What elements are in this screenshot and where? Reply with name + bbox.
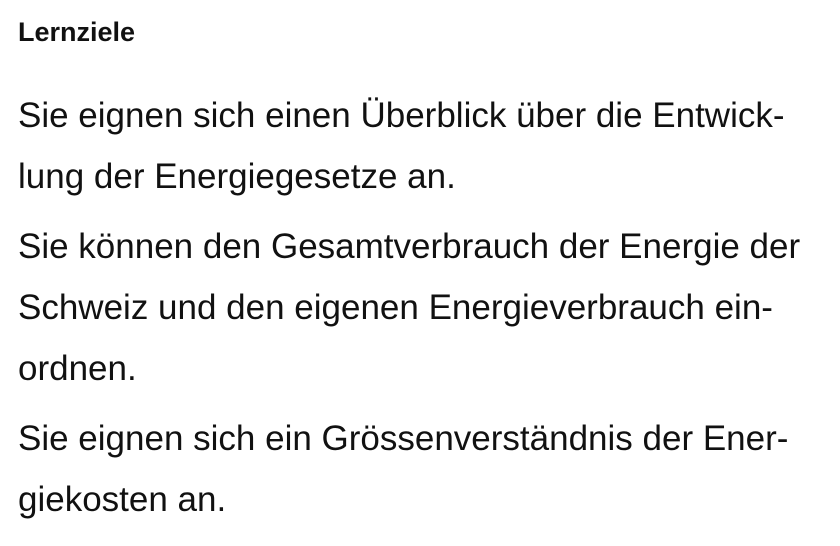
goal-3-line-1: Sie eignen sich ein Grössenverständnis d…: [18, 419, 789, 458]
goal-1-line-1: Sie eignen sich einen Überblick über die…: [18, 96, 785, 135]
learning-goal-3: Sie eignen sich ein Grössenverständnis d…: [18, 408, 788, 530]
learning-goal-1: Sie eignen sich einen Überblick über die…: [18, 85, 785, 207]
goal-1-line-2: lung der Energiegesetze an.: [18, 157, 456, 196]
learning-goal-2: Sie können den Gesamtverbrauch der Energ…: [18, 216, 800, 399]
goal-3-line-2: giekosten an.: [18, 480, 227, 519]
goal-2-line-1: Sie können den Gesamtverbrauch der Energ…: [18, 227, 801, 266]
section-heading: Lernziele: [18, 17, 136, 47]
goal-2-line-3: ordnen.: [18, 349, 137, 388]
goal-2-line-2: Schweiz und den eigenen Energieverbrauch…: [18, 288, 773, 327]
